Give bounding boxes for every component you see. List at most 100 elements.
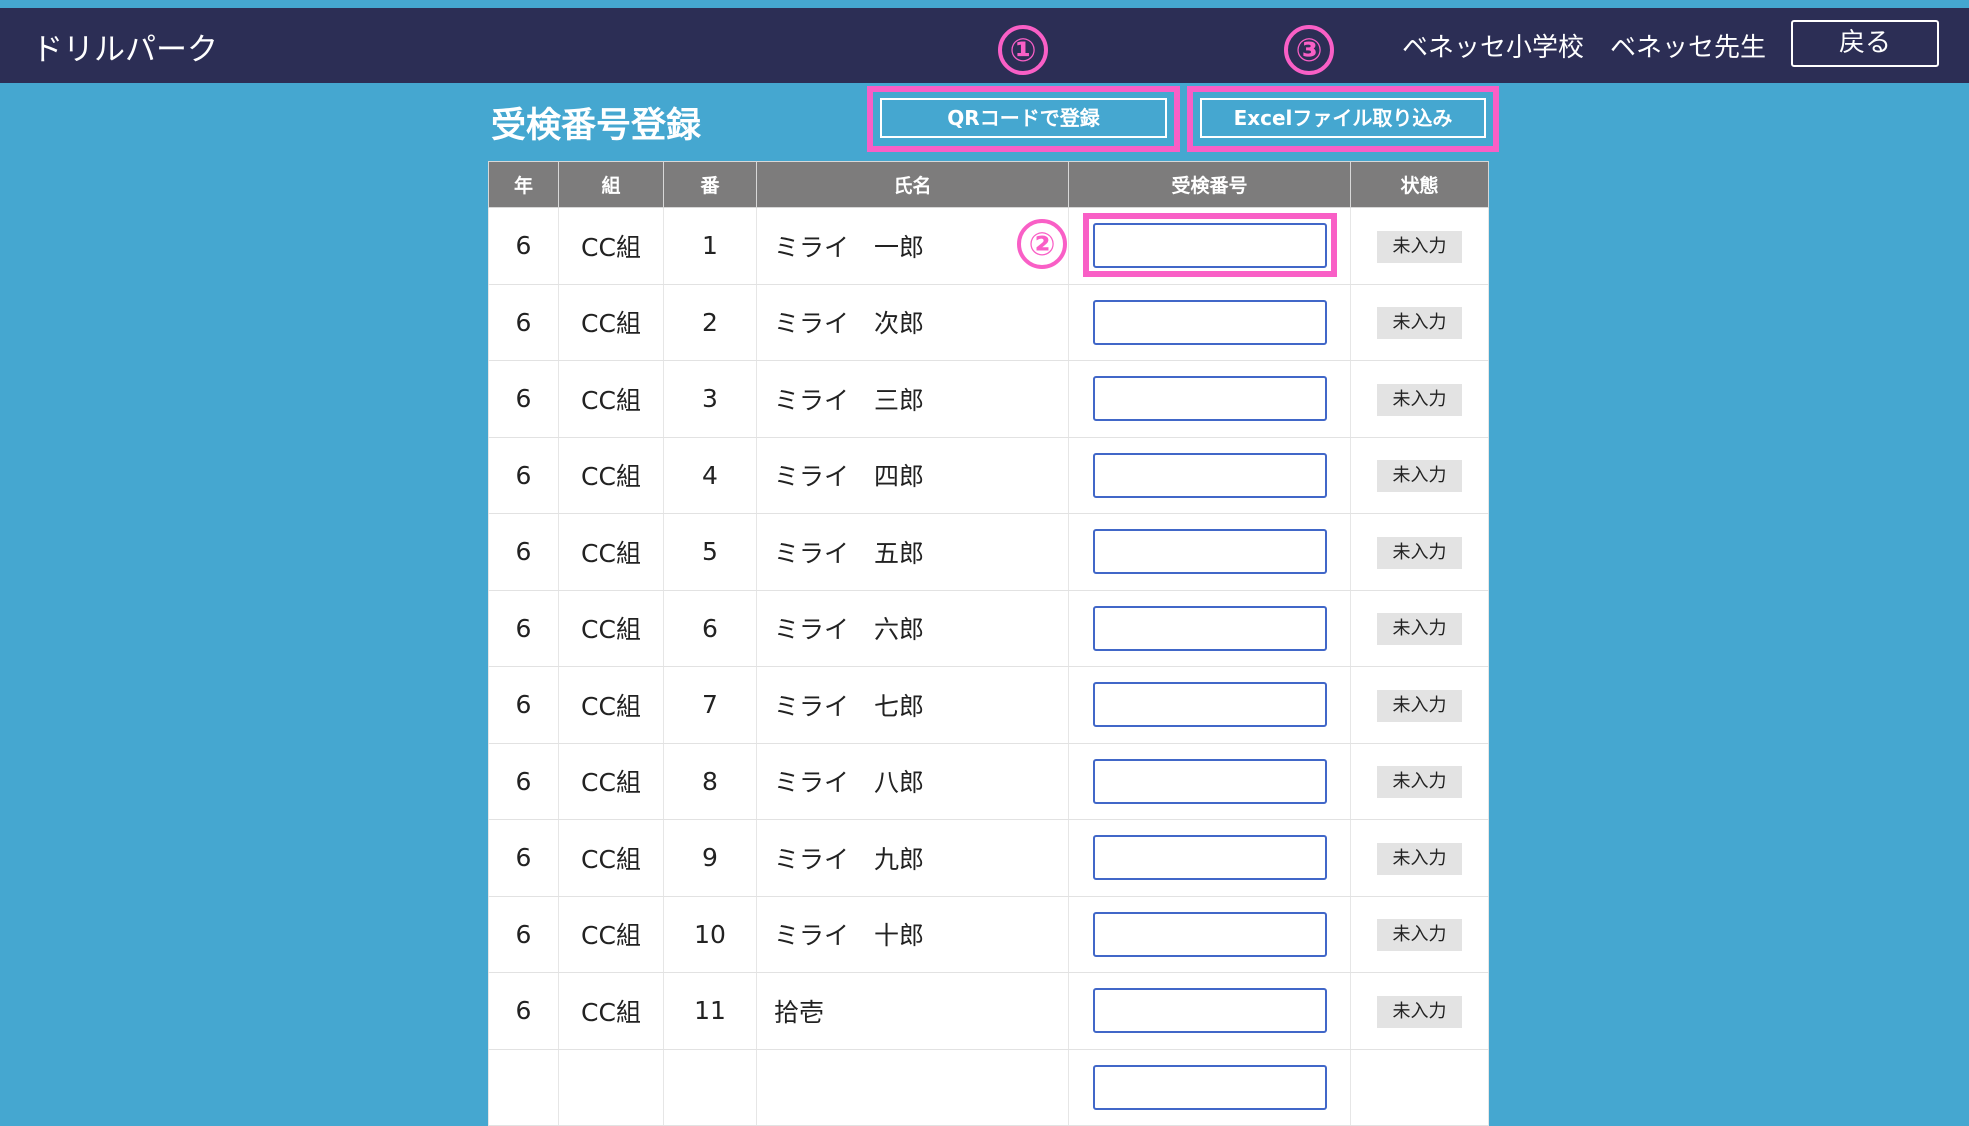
cell-class: CC組 bbox=[558, 742, 664, 820]
exam-number-input[interactable] bbox=[1092, 299, 1327, 345]
exam-number-input[interactable] bbox=[1092, 1064, 1327, 1110]
col-header-class: 組 bbox=[558, 161, 664, 208]
highlight-box-exam-input bbox=[1083, 213, 1337, 277]
col-header-grade: 年 bbox=[488, 161, 559, 208]
cell-class: CC組 bbox=[558, 972, 664, 1050]
cell-number: 7 bbox=[663, 666, 757, 744]
table-row: 6 CC組 3 ミライ 三郎 未入力 bbox=[488, 360, 1489, 438]
exam-number-input[interactable] bbox=[1092, 911, 1327, 957]
cell-grade: 6 bbox=[488, 972, 559, 1050]
cell-name: ミライ 次郎 bbox=[756, 283, 1069, 361]
cell-status: 未入力 bbox=[1350, 972, 1489, 1050]
cell-class: CC組 bbox=[558, 819, 664, 897]
cell-name: ミライ 十郎 bbox=[756, 895, 1069, 973]
cell-exam-number bbox=[1068, 895, 1351, 973]
status-badge: 未入力 bbox=[1377, 383, 1462, 416]
table-row: 6 CC組 8 ミライ 八郎 未入力 bbox=[488, 742, 1489, 820]
cell-exam-number bbox=[1068, 742, 1351, 820]
table-row: 6 CC組 9 ミライ 九郎 未入力 bbox=[488, 819, 1489, 897]
cell-grade: 6 bbox=[488, 360, 559, 438]
status-badge: 未入力 bbox=[1377, 536, 1462, 569]
cell-class: CC組 bbox=[558, 589, 664, 667]
qr-register-button[interactable]: QRコードで登録 bbox=[880, 98, 1167, 138]
exam-number-input[interactable] bbox=[1092, 376, 1327, 422]
exam-number-input[interactable] bbox=[1092, 988, 1327, 1034]
cell-grade: 6 bbox=[488, 436, 559, 514]
cell-status: 未入力 bbox=[1350, 895, 1489, 973]
page-title: 受検番号登録 bbox=[491, 106, 702, 146]
cell-status: 未入力 bbox=[1350, 513, 1489, 591]
cell-name: 拾壱 bbox=[756, 972, 1069, 1050]
status-badge: 未入力 bbox=[1377, 995, 1462, 1028]
cell-grade: 6 bbox=[488, 742, 559, 820]
table-row: 6 CC組 2 ミライ 次郎 未入力 bbox=[488, 283, 1489, 361]
cell-name bbox=[756, 1048, 1069, 1126]
col-header-status: 状態 bbox=[1350, 161, 1489, 208]
school-name: ベネッセ小学校 bbox=[1402, 33, 1585, 63]
cell-name: ミライ 三郎 bbox=[756, 360, 1069, 438]
exam-number-input[interactable] bbox=[1092, 758, 1327, 804]
exam-number-input[interactable] bbox=[1092, 529, 1327, 575]
exam-number-input[interactable] bbox=[1092, 835, 1327, 881]
cell-number: 4 bbox=[663, 436, 757, 514]
table-row: 6 CC組 5 ミライ 五郎 未入力 bbox=[488, 513, 1489, 591]
cell-grade: 6 bbox=[488, 513, 559, 591]
annotation-marker-3: ③ bbox=[1284, 25, 1334, 75]
cell-number: 1 bbox=[663, 207, 757, 285]
cell-class: CC組 bbox=[558, 895, 664, 973]
cell-number: 3 bbox=[663, 360, 757, 438]
cell-status: 未入力 bbox=[1350, 283, 1489, 361]
cell-status: 未入力 bbox=[1350, 436, 1489, 514]
cell-status bbox=[1350, 1048, 1489, 1126]
cell-exam-number bbox=[1068, 819, 1351, 897]
cell-name: ミライ 四郎 bbox=[756, 436, 1069, 514]
status-badge: 未入力 bbox=[1377, 613, 1462, 646]
cell-name: ミライ 五郎 bbox=[756, 513, 1069, 591]
cell-grade: 6 bbox=[488, 283, 559, 361]
cell-status: 未入力 bbox=[1350, 666, 1489, 744]
cell-status: 未入力 bbox=[1350, 819, 1489, 897]
cell-name: ミライ 八郎 bbox=[756, 742, 1069, 820]
table-header-row: 年 組 番 氏名 受検番号 状態 bbox=[488, 161, 1489, 208]
app-title: ドリルパーク bbox=[32, 32, 218, 68]
cell-name: ミライ 六郎 bbox=[756, 589, 1069, 667]
exam-number-input[interactable] bbox=[1092, 682, 1327, 728]
cell-class: CC組 bbox=[558, 513, 664, 591]
cell-exam-number bbox=[1068, 972, 1351, 1050]
cell-grade: 6 bbox=[488, 207, 559, 285]
status-badge: 未入力 bbox=[1377, 689, 1462, 722]
cell-grade: 6 bbox=[488, 666, 559, 744]
cell-class: CC組 bbox=[558, 283, 664, 361]
cell-number: 10 bbox=[663, 895, 757, 973]
status-badge: 未入力 bbox=[1377, 919, 1462, 952]
cell-name: ミライ 九郎 bbox=[756, 819, 1069, 897]
cell-class: CC組 bbox=[558, 666, 664, 744]
cell-exam-number bbox=[1068, 360, 1351, 438]
status-badge: 未入力 bbox=[1377, 766, 1462, 799]
table-row bbox=[488, 1048, 1489, 1126]
exam-number-input[interactable] bbox=[1092, 605, 1327, 651]
cell-number bbox=[663, 1048, 757, 1126]
cell-class: CC組 bbox=[558, 207, 664, 285]
excel-import-button[interactable]: Excelファイル取り込み bbox=[1200, 98, 1486, 138]
back-button[interactable]: 戻る bbox=[1791, 20, 1939, 67]
status-badge: 未入力 bbox=[1377, 307, 1462, 340]
status-badge: 未入力 bbox=[1377, 230, 1462, 263]
cell-status: 未入力 bbox=[1350, 360, 1489, 438]
cell-class: CC組 bbox=[558, 360, 664, 438]
exam-number-input[interactable] bbox=[1092, 452, 1327, 498]
cell-number: 6 bbox=[663, 589, 757, 667]
table-row: 6 CC組 10 ミライ 十郎 未入力 bbox=[488, 895, 1489, 973]
status-badge: 未入力 bbox=[1377, 842, 1462, 875]
cell-exam-number bbox=[1068, 283, 1351, 361]
table-row: 6 CC組 11 拾壱 未入力 bbox=[488, 972, 1489, 1050]
cell-number: 5 bbox=[663, 513, 757, 591]
cell-grade: 6 bbox=[488, 895, 559, 973]
cell-grade bbox=[488, 1048, 559, 1126]
cell-grade: 6 bbox=[488, 819, 559, 897]
table-row: 6 CC組 1 ミライ 一郎 未入力 bbox=[488, 207, 1489, 285]
teacher-name: ベネッセ先生 bbox=[1610, 33, 1767, 63]
cell-class bbox=[558, 1048, 664, 1126]
table-row: 6 CC組 4 ミライ 四郎 未入力 bbox=[488, 436, 1489, 514]
table-row: 6 CC組 7 ミライ 七郎 未入力 bbox=[488, 666, 1489, 744]
